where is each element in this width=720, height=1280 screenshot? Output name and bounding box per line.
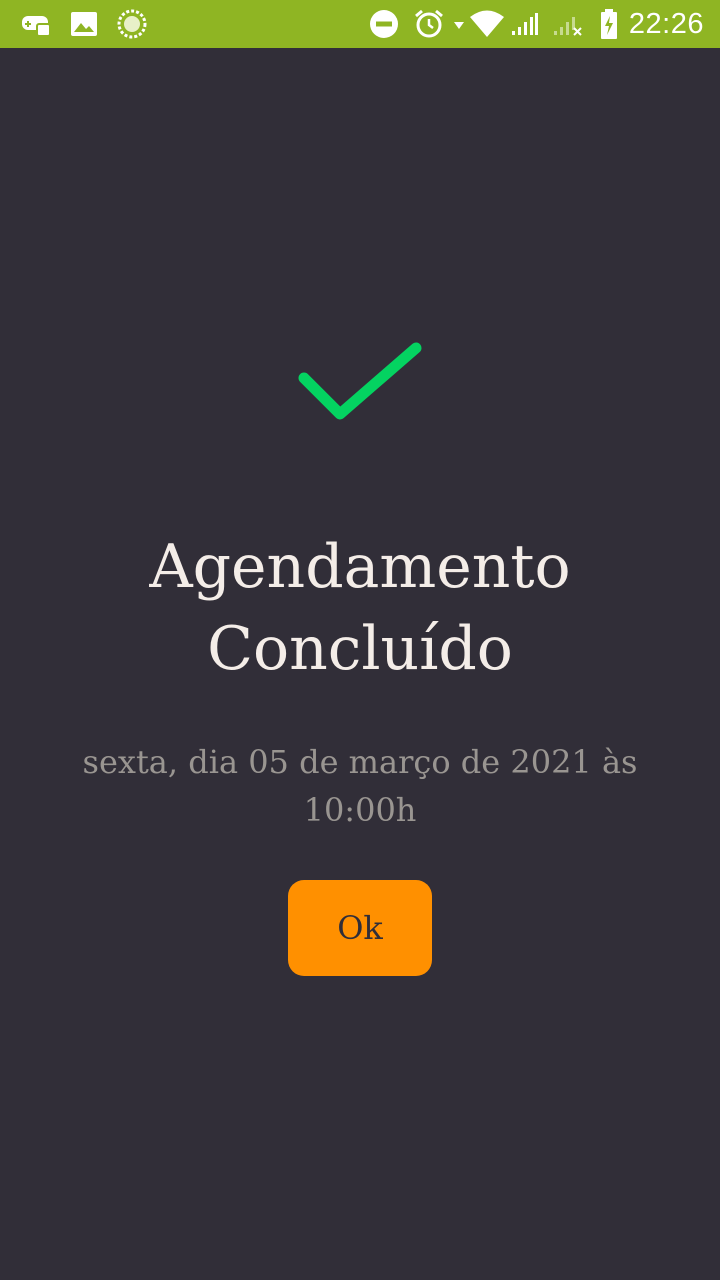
appointment-confirmation-screen: Agendamento Concluído sexta, dia 05 de m… [0,48,720,1280]
circular-progress-icon [116,8,148,40]
title-line-1: Agendamento [149,532,571,602]
ok-button[interactable]: Ok [288,880,432,976]
check-icon [298,342,422,420]
download-arrow-icon [452,8,466,40]
do-not-disturb-icon [368,8,400,40]
game-controller-icon [18,8,54,40]
battery-charging-icon [598,8,620,40]
image-icon [68,8,100,40]
signal-no-service-icon [552,8,584,40]
signal-icon [510,8,540,40]
status-bar: 22:26 [0,0,720,48]
appointment-date-text: sexta, dia 05 de março de 2021 às 10:00h [82,743,638,829]
page-title: Agendamento Concluído [40,526,680,690]
title-line-2: Concluído [207,614,513,684]
wifi-icon [468,8,506,40]
alarm-icon [412,8,446,40]
status-bar-time: 22:26 [628,8,704,40]
